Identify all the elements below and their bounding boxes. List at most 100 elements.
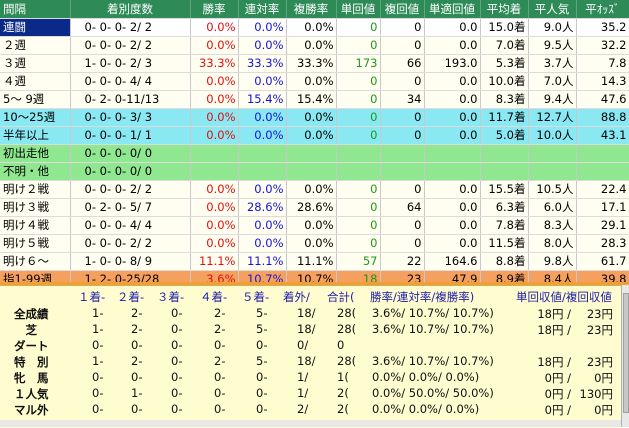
table-row[interactable]: 明け３戦 0- 2- 0- 5/ 7 0.0% 28.6% 28.6% 0 64 0.0 6.3… xyxy=(0,198,629,217)
cell-place-rate: 15.4% xyxy=(238,90,287,109)
col-header-avg-finish[interactable]: 平均着 xyxy=(480,0,529,19)
table-row[interactable]: ４週 0- 0- 0- 4/ 4 0.0% 0.0% 0.0% 0 0 0.0 10.0着 7.0… xyxy=(0,72,629,91)
cell-show-return: 34 xyxy=(380,90,425,109)
sum-2nd: 0- xyxy=(131,370,143,384)
table-row[interactable]: 初出走他 0- 0- 0- 0/ 0 xyxy=(0,144,629,163)
sum-rates: 0.0%/ 50.0%/ 50.0%) xyxy=(372,386,494,400)
sum-win-return: 0円 / xyxy=(544,371,571,385)
col-header-record[interactable]: 着別度数 xyxy=(70,0,191,19)
sum-total: 1( xyxy=(337,370,349,384)
sum-1st: 1- xyxy=(92,322,104,336)
col-header-avg-odds[interactable]: 平ｵｯｽﾞ xyxy=(576,0,629,19)
sum-3rd: 0- xyxy=(171,322,183,336)
table-row[interactable]: ３週 1- 0- 0- 2/ 3 33.3% 33.3% 33.3% 173 66 193.0… xyxy=(0,54,629,73)
cell-avg-popularity: 9.5人 xyxy=(528,36,577,55)
cell-win-return: 0 xyxy=(336,18,381,37)
sum-header-rates: 勝率/連対率/複勝率) xyxy=(370,290,475,304)
sum-4th: 0- xyxy=(214,338,226,352)
cell-win-return: 0 xyxy=(336,72,381,91)
table-row[interactable]: 連闘 0- 0- 0- 2/ 2 0.0% 0.0% 0.0% 0 0 0.0 15.0着 9.0… xyxy=(0,18,629,37)
sum-4th: 2- xyxy=(214,306,226,320)
sum-4th: 0- xyxy=(214,386,226,400)
cell-show-rate: 0.0% xyxy=(286,18,337,37)
sum-4th: 2- xyxy=(214,322,226,336)
cell-show-return: 0 xyxy=(380,180,425,199)
cell-record: 0- 0- 0- 2/ 2 xyxy=(70,234,191,253)
table-row[interactable]: 明け５戦 0- 0- 0- 2/ 2 0.0% 0.0% 0.0% 0 0 0.0 11.5着 8… xyxy=(0,234,629,253)
cell-win-return: 173 xyxy=(336,54,381,73)
cell-avg-finish: 8.8着 xyxy=(480,252,529,271)
cell-row-label: ３週 xyxy=(0,54,71,73)
cell-avg-finish: 10.0着 xyxy=(480,72,529,91)
cell-avg-popularity: 3.7人 xyxy=(528,54,577,73)
col-header-win-rate[interactable]: 勝率 xyxy=(190,0,239,19)
table-row[interactable]: 明け４戦 0- 0- 0- 4/ 4 0.0% 0.0% 0.0% 0 0 0.0 7.8着 8.… xyxy=(0,216,629,235)
cell-show-return: 23 xyxy=(380,270,425,282)
cell-adjusted-return: 0.0 xyxy=(424,180,481,199)
summary-panel: １着- ２着- ３着- ４着- ５着- 着外/ 合計( 勝率/連対率/複勝率) … xyxy=(0,285,621,428)
cell-row-label: 明け３戦 xyxy=(0,198,71,217)
cell-adjusted-return: 0.0 xyxy=(424,90,481,109)
cell-win-return: 0 xyxy=(336,108,381,127)
sum-rates: 0.0%/ 0.0%/ 0.0%) xyxy=(372,370,480,384)
table-row[interactable]: 10～25週 0- 0- 0- 3/ 3 0.0% 0.0% 0.0% 0 0 0.0 11.7… xyxy=(0,108,629,127)
table-row[interactable]: 明け２戦 0- 0- 0- 2/ 2 0.0% 0.0% 0.0% 0 0 0.0 15.5着 1… xyxy=(0,180,629,199)
table-row[interactable]: ２週 0- 0- 0- 2/ 2 0.0% 0.0% 0.0% 0 0 0.0 7.0着 9.5人… xyxy=(0,36,629,55)
cell-place-rate: 11.1% xyxy=(238,252,287,271)
sum-label: 芝 xyxy=(14,323,37,337)
cell-place-rate: 0.0% xyxy=(238,126,287,145)
cell-record: 0- 2- 0-11/13 xyxy=(70,90,191,109)
cell-adjusted-return: 0.0 xyxy=(424,72,481,91)
col-header-win-return[interactable]: 単回値 xyxy=(336,0,381,19)
cell-show-rate: 11.1% xyxy=(286,252,337,271)
cell-adjusted-return: 0.0 xyxy=(424,198,481,217)
cell-row-label: 明け５戦 xyxy=(0,234,71,253)
summary-row: ダート 0- 0- 0- 0- 0- 0/0 xyxy=(0,338,621,353)
table-row[interactable]: 明け６～ 1- 0- 0- 8/ 9 11.1% 11.1% 11.1% 57 22 164.… xyxy=(0,252,629,271)
col-header-adjusted-return[interactable]: 単適回値 xyxy=(424,0,481,19)
cell-win-return: 0 xyxy=(336,126,381,145)
col-header-show-return[interactable]: 複回値 xyxy=(380,0,425,19)
sum-rates: 3.6%/ 10.7%/ 10.7%) xyxy=(372,306,494,320)
cell-show-rate: 0.0% xyxy=(286,126,337,145)
cell-row-label: 指1-99週 xyxy=(0,270,71,282)
cell-place-rate: 0.0% xyxy=(238,180,287,199)
col-header-avg-popularity[interactable]: 平人気 xyxy=(528,0,577,19)
cell-avg-popularity: 9.8人 xyxy=(528,252,577,271)
cell-place-rate xyxy=(238,162,287,181)
cell-adjusted-return: 0.0 xyxy=(424,126,481,145)
cell-show-rate: 15.4% xyxy=(286,90,337,109)
sum-3rd: 0- xyxy=(171,386,183,400)
cell-show-return: 0 xyxy=(380,108,425,127)
sum-show-return: 23円 xyxy=(586,323,613,337)
cell-adjusted-return: 0.0 xyxy=(424,18,481,37)
cell-place-rate: 0.0% xyxy=(238,216,287,235)
cell-record: 0- 0- 0- 0/ 0 xyxy=(70,162,191,181)
sum-2nd: 1- xyxy=(131,386,143,400)
cell-avg-finish: 8.9着 xyxy=(480,270,529,282)
cell-avg-finish: 15.5着 xyxy=(480,180,529,199)
table-row[interactable]: 指1-99週 1- 2- 0-25/28 3.6% 10.7% 10.7% 18 23 47.… xyxy=(0,270,629,282)
cell-row-label: 5～ 9週 xyxy=(0,90,71,109)
cell-record: 0- 0- 0- 0/ 0 xyxy=(70,144,191,163)
sum-win-return: 18円 / xyxy=(537,355,571,369)
sum-4th: 0- xyxy=(214,370,226,384)
cell-show-return xyxy=(380,162,425,181)
summary-scrollbar[interactable] xyxy=(621,285,629,427)
sum-header-other: 着外/ xyxy=(283,290,310,304)
cell-row-label: 半年以上 xyxy=(0,126,71,145)
col-header-show-rate[interactable]: 複勝率 xyxy=(286,0,337,19)
table-row[interactable]: 不明・他 0- 0- 0- 0/ 0 xyxy=(0,162,629,181)
cell-win-rate: 33.3% xyxy=(190,54,239,73)
cell-show-return: 66 xyxy=(380,54,425,73)
table-row[interactable]: 半年以上 0- 0- 0- 1/ 1 0.0% 0.0% 0.0% 0 0 0.0 5.0着 10… xyxy=(0,126,629,145)
col-header-interval[interactable]: 間隔 xyxy=(0,0,71,19)
sum-3rd: 0- xyxy=(171,338,183,352)
cell-win-return: 0 xyxy=(336,90,381,109)
col-header-place-rate[interactable]: 連対率 xyxy=(238,0,287,19)
scrollbar-thumb[interactable] xyxy=(623,293,629,413)
cell-win-rate xyxy=(190,162,239,181)
table-row[interactable]: 5～ 9週 0- 2- 0-11/13 0.0% 15.4% 15.4% 0 34 0.0 8.… xyxy=(0,90,629,109)
sum-header-1st: １着- xyxy=(78,290,106,304)
sum-3rd: 0- xyxy=(171,306,183,320)
